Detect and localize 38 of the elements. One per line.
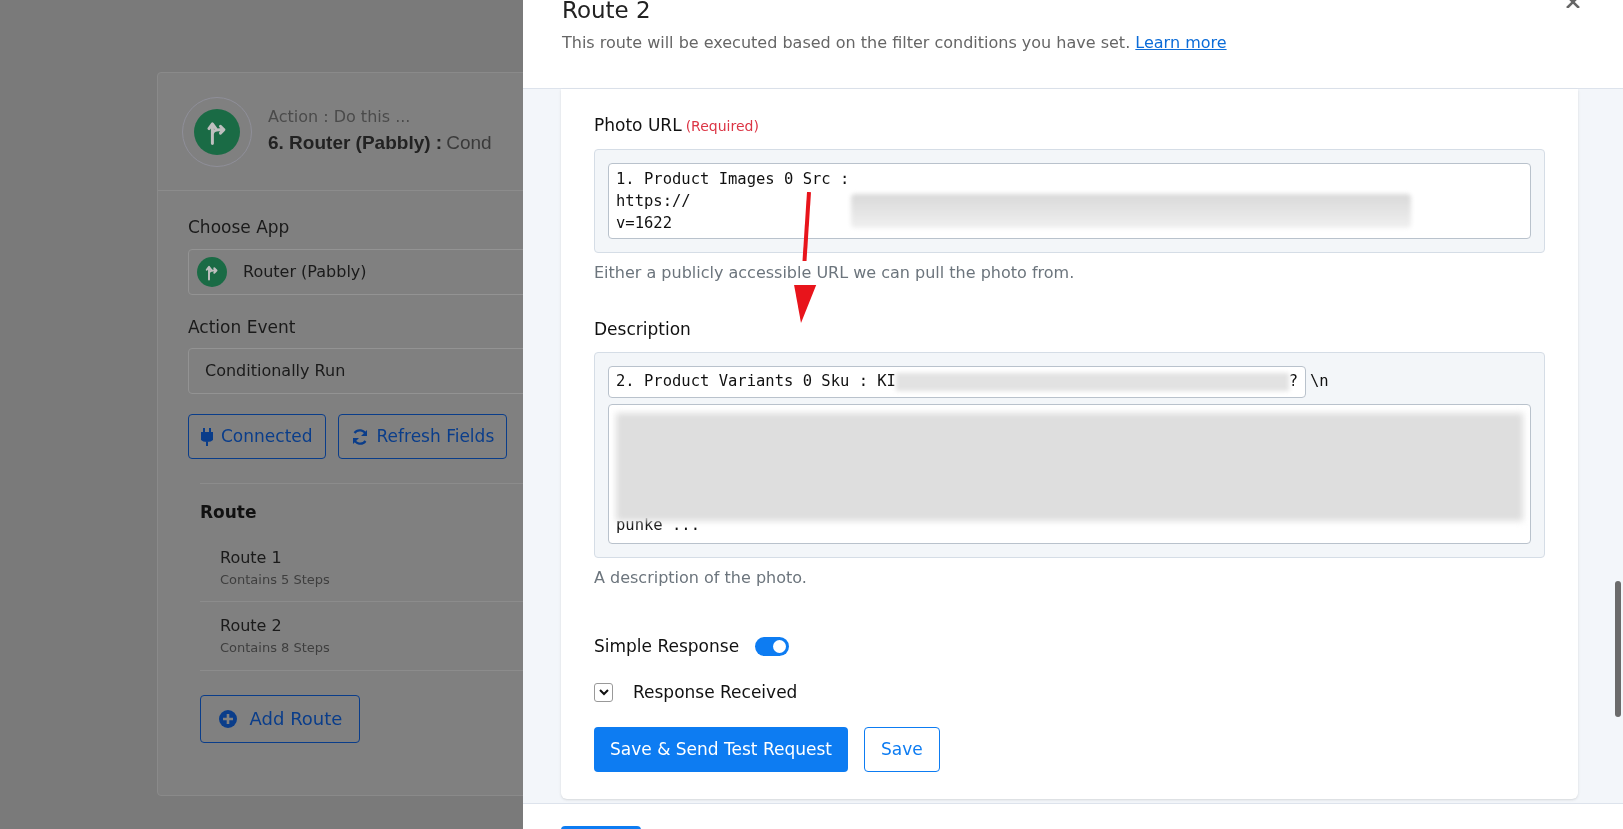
app-select[interactable]: Router (Pabbly) (188, 248, 523, 295)
field-label: Choose App (188, 216, 291, 239)
learn-more-link[interactable]: Learn more (1135, 33, 1227, 52)
field-label: Photo URL (594, 114, 682, 137)
collapse-toggle[interactable] (594, 682, 613, 702)
field-value-line: v=1622 (616, 212, 673, 234)
chevron-icon (598, 688, 609, 696)
add-route-button[interactable]: Add Route (200, 694, 360, 743)
step-event: Cond (446, 131, 492, 156)
router-icon (194, 108, 240, 155)
help-text: A description of the photo. (594, 567, 808, 589)
field-value-tail: punke ... (616, 517, 701, 533)
field-label: Action Event (188, 315, 297, 339)
description-input[interactable]: punke ... (608, 404, 1531, 544)
plus-circle-icon (217, 708, 238, 729)
required-label: (Required) (685, 117, 759, 136)
field-value-line: https:// (616, 190, 692, 212)
newline-marker: \n (1310, 371, 1329, 393)
field-value-line: 1. Product Images 0 Src : (616, 168, 850, 190)
photo-url-input[interactable]: 1. Product Images 0 Src : https:// v=1622 (608, 162, 1531, 239)
refresh-icon (350, 427, 369, 446)
refresh-fields-button[interactable]: Refresh Fields (337, 414, 508, 459)
drawer-title: Route 2 (562, 0, 651, 22)
connected-button[interactable]: Connected (188, 414, 326, 459)
save-and-send-test-request-button[interactable]: Save & Send Test Request (594, 727, 848, 772)
router-icon (197, 256, 227, 287)
field-label: Description (594, 317, 692, 341)
section-label: Response Received (633, 680, 798, 704)
route-heading: Route (200, 501, 258, 524)
simple-response-toggle[interactable] (755, 637, 790, 657)
drawer-subtitle: This route will be executed based on the filter conditions you have set. (562, 33, 1131, 52)
event-select[interactable]: Conditionally Run (188, 348, 523, 394)
step-title: 6. Router (Pabbly) : (268, 131, 443, 156)
save-button[interactable]: Save (863, 727, 940, 772)
variable-token[interactable]: 2. Product Variants 0 Sku : KI ? (608, 366, 1306, 398)
help-text: Either a publicly accessible URL we can pull the photo from. (594, 260, 1075, 285)
plug-icon (201, 427, 213, 446)
toggle-label: Simple Response (594, 635, 740, 658)
